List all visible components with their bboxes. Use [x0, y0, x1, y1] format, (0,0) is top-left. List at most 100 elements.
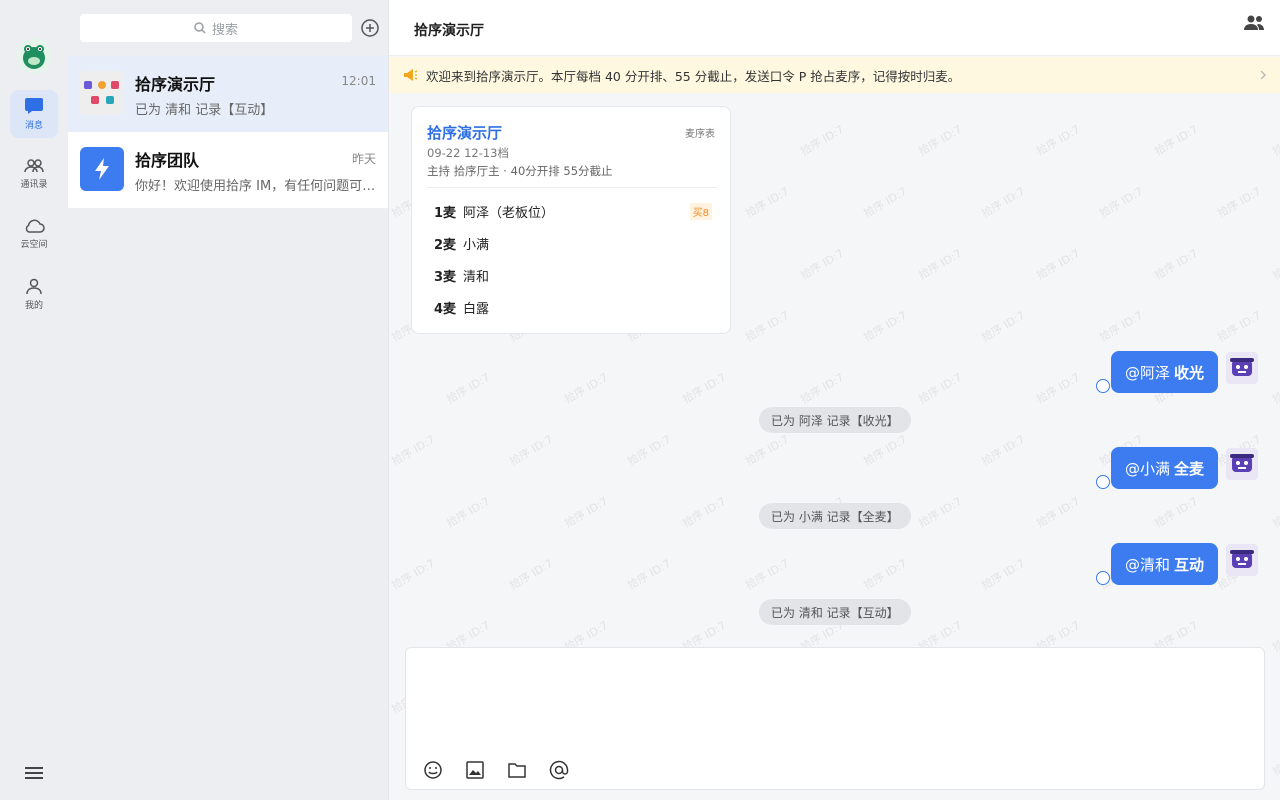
- mic-name: 小满: [463, 238, 490, 253]
- rail-contacts-label: 通讯录: [20, 180, 48, 190]
- watermark-text: 拾序 ID:7: [1270, 743, 1280, 779]
- watermark-text: 拾序 ID:7: [562, 494, 611, 531]
- watermark-text: 拾序 ID:7: [1034, 494, 1083, 531]
- conversation-time: 昨天: [351, 152, 376, 166]
- user-avatar[interactable]: [1226, 448, 1258, 480]
- message-bubble[interactable]: @清和 互动: [1110, 543, 1218, 585]
- mic-number: 3麦: [434, 270, 457, 285]
- system-message: 已为 阿泽 记录【收光】: [759, 407, 911, 433]
- card-host: 主持 拾序厅主 · 40分开排 55分截止: [427, 164, 613, 178]
- hamburger-icon: [25, 767, 43, 779]
- watermark-text: 拾序 ID:7: [1215, 184, 1264, 221]
- rail-messages-label: 消息: [24, 121, 43, 131]
- emoji-icon: [424, 761, 442, 779]
- rail-messages[interactable]: 消息: [10, 90, 58, 138]
- announcement-bar[interactable]: 欢迎来到拾序演示厅。本厅每档 40 分开排、55 分截止，发送口令 P 抢占麦序…: [389, 57, 1280, 93]
- group-avatar: [80, 71, 124, 115]
- chevron-right-icon: [1260, 70, 1267, 80]
- conversation-item[interactable]: 拾序演示厅 12:01 已为 清和 记录【互动】: [68, 56, 388, 132]
- rail-profile[interactable]: 我的: [10, 270, 58, 318]
- robot-avatar-icon: [1230, 358, 1254, 376]
- message-status-indicator: [1096, 571, 1110, 585]
- profile-icon: [26, 278, 42, 295]
- mic-row: 1麦 阿泽（老板位） 买8: [434, 202, 714, 222]
- watermark-text: 拾序 ID:7: [916, 246, 965, 283]
- message-status-indicator: [1096, 475, 1110, 489]
- message-command: 全麦: [1173, 459, 1204, 478]
- mic-number: 2麦: [434, 238, 457, 253]
- watermark-text: 拾序 ID:7: [916, 370, 965, 407]
- watermark-text: 拾序 ID:7: [861, 184, 910, 221]
- watermark-text: 拾序 ID:7: [1270, 123, 1280, 159]
- conversation-preview: 你好！欢迎使用拾序 IM，有任何问题可以随时联系我们。: [135, 179, 379, 194]
- system-message: 已为 小满 记录【全麦】: [759, 503, 911, 529]
- chat-panel: 拾序 ID:7拾序 ID:7拾序 ID:7拾序 ID:7拾序 ID:7拾序 ID…: [388, 0, 1280, 800]
- search-input[interactable]: 搜索: [80, 14, 352, 42]
- rail-cloud[interactable]: 云空间: [10, 210, 58, 258]
- watermark-text: 拾序 ID:7: [1034, 370, 1083, 407]
- message-command: 互动: [1173, 555, 1204, 574]
- message-input[interactable]: [416, 656, 1252, 748]
- card-slot: 09-22 12-13档: [427, 146, 509, 160]
- user-avatar[interactable]: [1226, 544, 1258, 576]
- message-mention: @小满: [1124, 459, 1170, 478]
- mention-button[interactable]: [548, 759, 570, 781]
- mic-order-card[interactable]: 拾序演示厅 麦序表 09-22 12-13档 主持 拾序厅主 · 40分开排 5…: [411, 106, 731, 334]
- app-logo[interactable]: [16, 38, 52, 74]
- image-icon: [466, 761, 484, 779]
- watermark-text: 拾序 ID:7: [798, 246, 847, 283]
- watermark-text: 拾序 ID:7: [1215, 308, 1264, 345]
- chat-header: 拾序演示厅: [389, 0, 1280, 56]
- watermark-text: 拾序 ID:7: [507, 432, 556, 469]
- announcement-text: 欢迎来到拾序演示厅。本厅每档 40 分开排、55 分截止，发送口令 P 抢占麦序…: [426, 68, 961, 84]
- members-button[interactable]: [1243, 14, 1267, 34]
- menu-button[interactable]: [22, 762, 46, 784]
- message-bubble[interactable]: @小满 全麦: [1110, 447, 1218, 489]
- conversation-name: 拾序团队: [135, 151, 200, 170]
- watermark-text: 拾序 ID:7: [1270, 619, 1280, 655]
- at-icon: [549, 760, 569, 780]
- user-avatar[interactable]: [1226, 352, 1258, 384]
- watermark-text: 拾序 ID:7: [743, 184, 792, 221]
- conversation-name: 拾序演示厅: [135, 75, 216, 94]
- group-avatar-icon: [84, 81, 119, 104]
- add-button[interactable]: [360, 18, 380, 38]
- contacts-icon: [24, 159, 44, 173]
- mic-name: 清和: [463, 270, 490, 285]
- conversation-list: 搜索 拾序演示厅 12:01 已为 清和 记录【互动】 拾序团队 昨天 你好！欢…: [68, 0, 388, 800]
- message-composer: [405, 647, 1265, 790]
- message-bubble[interactable]: @阿泽 收光: [1110, 351, 1218, 393]
- frog-logo-icon: [23, 45, 45, 69]
- mic-row: 4麦 白露: [434, 298, 714, 318]
- message-icon: [25, 98, 43, 114]
- watermark-text: 拾序 ID:7: [1034, 246, 1083, 283]
- watermark-text: 拾序 ID:7: [1270, 371, 1280, 407]
- card-divider: [427, 187, 717, 188]
- emoji-button[interactable]: [422, 759, 444, 781]
- buy-badge: 买8: [689, 203, 712, 220]
- image-button[interactable]: [464, 759, 486, 781]
- mic-name: 阿泽（老板位）: [463, 206, 555, 221]
- message-status-indicator: [1096, 379, 1110, 393]
- message-command: 收光: [1173, 363, 1204, 382]
- watermark-text: 拾序 ID:7: [389, 556, 438, 593]
- watermark-text: 拾序 ID:7: [562, 370, 611, 407]
- watermark-text: 拾序 ID:7: [743, 556, 792, 593]
- conversation-item[interactable]: 拾序团队 昨天 你好！欢迎使用拾序 IM，有任何问题可以随时联系我们。: [68, 132, 388, 208]
- watermark-text: 拾序 ID:7: [861, 308, 910, 345]
- file-button[interactable]: [506, 759, 528, 781]
- robot-avatar-icon: [1230, 550, 1254, 568]
- lightning-icon: [95, 158, 109, 180]
- watermark-text: 拾序 ID:7: [625, 556, 674, 593]
- watermark-text: 拾序 ID:7: [798, 122, 847, 159]
- watermark-text: 拾序 ID:7: [979, 556, 1028, 593]
- watermark-text: 拾序 ID:7: [979, 432, 1028, 469]
- system-message: 已为 清和 记录【互动】: [759, 599, 911, 625]
- mic-number: 1麦: [434, 206, 457, 221]
- chat-title: 拾序演示厅: [414, 23, 484, 39]
- watermark-text: 拾序 ID:7: [389, 432, 438, 469]
- rail-contacts[interactable]: 通讯录: [10, 150, 58, 198]
- watermark-text: 拾序 ID:7: [1152, 122, 1201, 159]
- rail-profile-label: 我的: [24, 301, 43, 311]
- watermark-text: 拾序 ID:7: [743, 308, 792, 345]
